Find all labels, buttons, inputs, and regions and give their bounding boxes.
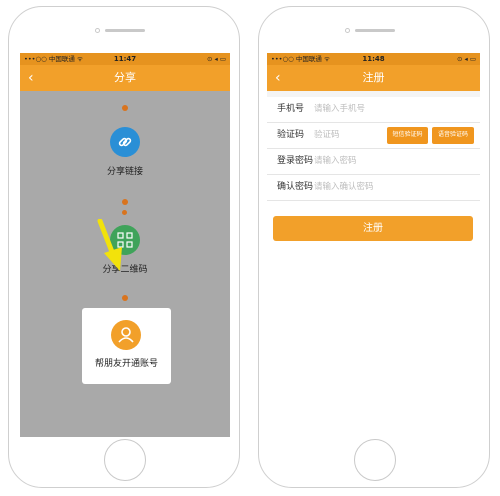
verification-code-row[interactable]: 验证码 验证码 短信验证码 语音验证码: [267, 123, 480, 149]
right-status-bar: •••○○ 中国联通 ᯤ 11:48 ⊙ ◂ ▭: [267, 53, 480, 65]
confirm-password-label: 确认密码: [277, 182, 314, 192]
left-phone-camera: [95, 28, 100, 33]
connector-dot: [122, 105, 128, 111]
left-phone-frame: •••○○ 中国联通 ᯤ 11:47 ⊙ ◂ ▭ ‹ 分享 分享链接 分享二维码…: [8, 6, 240, 488]
verification-code-label: 验证码: [277, 130, 305, 140]
right-phone-frame: •••○○ 中国联通 ᯤ 11:48 ⊙ ◂ ▭ ‹ 注册 手机号 请输入手机号…: [258, 6, 490, 488]
confirm-password-input[interactable]: 请输入确认密码: [314, 175, 374, 200]
connector-dot: [122, 295, 128, 301]
status-time: 11:47: [113, 55, 137, 63]
right-phone-speaker: [355, 29, 395, 32]
left-status-bar: •••○○ 中国联通 ᯤ 11:47 ⊙ ◂ ▭: [20, 53, 230, 65]
right-screen: •••○○ 中国联通 ᯤ 11:48 ⊙ ◂ ▭ ‹ 注册 手机号 请输入手机号…: [267, 53, 480, 437]
left-screen: •••○○ 中国联通 ᯤ 11:47 ⊙ ◂ ▭ ‹ 分享 分享链接 分享二维码…: [20, 53, 230, 437]
share-link-label: 分享链接: [106, 167, 143, 177]
password-row[interactable]: 登录密码 请输入密码: [267, 149, 480, 175]
verification-code-input[interactable]: 验证码: [314, 123, 340, 148]
left-home-button[interactable]: [104, 439, 146, 481]
sms-code-button[interactable]: 短信验证码: [387, 127, 428, 144]
battery-icon: ⊙ ◂ ▭: [457, 55, 476, 63]
status-time: 11:48: [362, 55, 385, 63]
password-input[interactable]: 请输入密码: [314, 149, 357, 174]
battery-icon: ⊙ ◂ ▭: [207, 55, 226, 63]
right-home-button[interactable]: [354, 439, 396, 481]
open-account-label: 帮朋友开通账号: [94, 359, 158, 369]
password-label: 登录密码: [277, 156, 314, 166]
page-title: 注册: [362, 71, 385, 84]
voice-code-button[interactable]: 语音验证码: [432, 127, 474, 144]
confirm-password-row[interactable]: 确认密码 请输入确认密码: [267, 175, 480, 201]
phone-number-row[interactable]: 手机号 请输入手机号: [267, 97, 480, 123]
connector-dot: [122, 210, 127, 215]
left-nav-bar: ‹ 分享: [20, 65, 230, 91]
page-title: 分享: [114, 71, 136, 84]
link-icon: [110, 127, 140, 157]
register-button[interactable]: 注册: [273, 216, 473, 241]
connector-dot: [122, 199, 128, 205]
share-link-item[interactable]: 分享链接: [90, 127, 160, 183]
open-account-card[interactable]: 帮朋友开通账号: [82, 308, 171, 384]
phone-number-input[interactable]: 请输入手机号: [314, 97, 365, 122]
phone-number-label: 手机号: [277, 104, 305, 114]
left-phone-speaker: [105, 29, 145, 32]
person-icon: [111, 320, 141, 350]
yellow-arrow-icon: [97, 219, 122, 271]
right-nav-bar: ‹ 注册: [267, 65, 480, 91]
right-phone-camera: [345, 28, 350, 33]
